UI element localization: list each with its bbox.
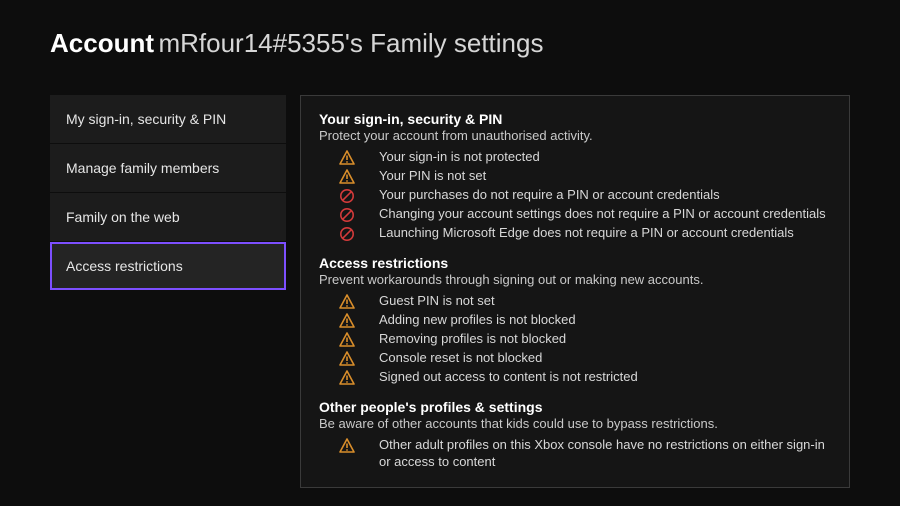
status-row: Signed out access to content is not rest… bbox=[319, 369, 831, 386]
status-text: Console reset is not blocked bbox=[379, 350, 542, 367]
section-title: Your sign-in, security & PIN bbox=[319, 110, 831, 128]
status-row: Console reset is not blocked bbox=[319, 350, 831, 367]
section-title: Access restrictions bbox=[319, 254, 831, 272]
block-icon bbox=[339, 188, 355, 204]
sidebar: My sign-in, security & PIN Manage family … bbox=[50, 95, 286, 290]
status-text: Your sign-in is not protected bbox=[379, 149, 540, 166]
section-0: Your sign-in, security & PINProtect your… bbox=[319, 110, 831, 242]
status-text: Launching Microsoft Edge does not requir… bbox=[379, 225, 794, 242]
warning-icon bbox=[339, 370, 355, 386]
status-text: Your PIN is not set bbox=[379, 168, 486, 185]
title-rest: mRfour14#5355's Family settings bbox=[158, 28, 543, 58]
warning-icon bbox=[339, 313, 355, 329]
sidebar-item-label: Manage family members bbox=[66, 160, 219, 176]
status-text: Adding new profiles is not blocked bbox=[379, 312, 576, 329]
block-icon bbox=[339, 226, 355, 242]
status-row: Guest PIN is not set bbox=[319, 293, 831, 310]
title-prefix: Account bbox=[50, 28, 154, 58]
sidebar-item-label: My sign-in, security & PIN bbox=[66, 111, 226, 127]
status-row: Changing your account settings does not … bbox=[319, 206, 831, 223]
sidebar-item-label: Family on the web bbox=[66, 209, 180, 225]
section-2: Other people's profiles & settingsBe awa… bbox=[319, 398, 831, 471]
status-row: Removing profiles is not blocked bbox=[319, 331, 831, 348]
status-text: Removing profiles is not blocked bbox=[379, 331, 566, 348]
sidebar-item-3[interactable]: Access restrictions bbox=[50, 242, 286, 290]
status-row: Launching Microsoft Edge does not requir… bbox=[319, 225, 831, 242]
status-text: Guest PIN is not set bbox=[379, 293, 495, 310]
status-row: Your PIN is not set bbox=[319, 168, 831, 185]
sidebar-item-label: Access restrictions bbox=[66, 258, 183, 274]
status-row: Your sign-in is not protected bbox=[319, 149, 831, 166]
warning-icon bbox=[339, 438, 355, 454]
status-row: Other adult profiles on this Xbox consol… bbox=[319, 437, 831, 471]
warning-icon bbox=[339, 294, 355, 310]
status-row: Your purchases do not require a PIN or a… bbox=[319, 187, 831, 204]
sidebar-item-0[interactable]: My sign-in, security & PIN bbox=[50, 95, 286, 143]
status-text: Your purchases do not require a PIN or a… bbox=[379, 187, 720, 204]
block-icon bbox=[339, 207, 355, 223]
status-text: Signed out access to content is not rest… bbox=[379, 369, 638, 386]
warning-icon bbox=[339, 332, 355, 348]
sidebar-item-1[interactable]: Manage family members bbox=[50, 144, 286, 192]
section-title: Other people's profiles & settings bbox=[319, 398, 831, 416]
status-text: Other adult profiles on this Xbox consol… bbox=[379, 437, 831, 471]
detail-panel: Your sign-in, security & PINProtect your… bbox=[300, 95, 850, 488]
status-text: Changing your account settings does not … bbox=[379, 206, 826, 223]
page-title: Account mRfour14#5355's Family settings bbox=[50, 28, 850, 59]
warning-icon bbox=[339, 150, 355, 166]
section-subtitle: Protect your account from unauthorised a… bbox=[319, 128, 831, 145]
section-1: Access restrictionsPrevent workarounds t… bbox=[319, 254, 831, 386]
warning-icon bbox=[339, 169, 355, 185]
section-subtitle: Be aware of other accounts that kids cou… bbox=[319, 416, 831, 433]
warning-icon bbox=[339, 351, 355, 367]
sidebar-item-2[interactable]: Family on the web bbox=[50, 193, 286, 241]
status-row: Adding new profiles is not blocked bbox=[319, 312, 831, 329]
section-subtitle: Prevent workarounds through signing out … bbox=[319, 272, 831, 289]
